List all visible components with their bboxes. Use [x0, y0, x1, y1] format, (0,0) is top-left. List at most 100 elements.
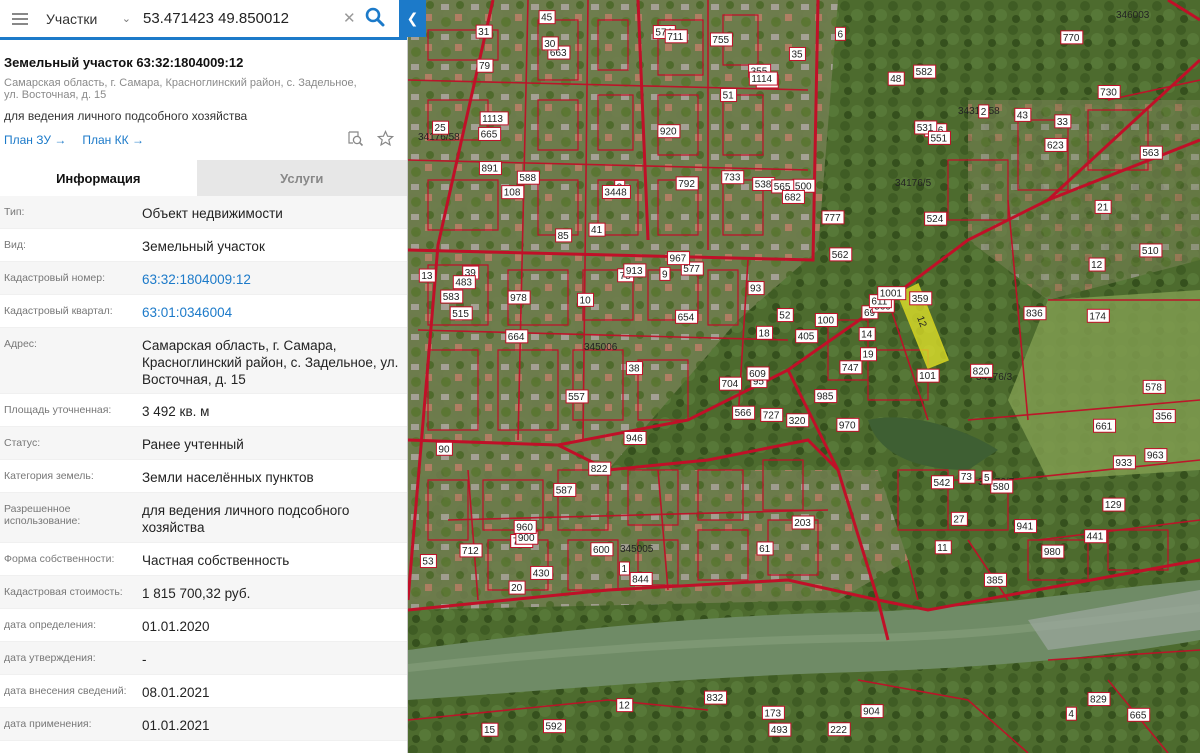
- info-label: Разрешенное использование:: [4, 503, 81, 527]
- plot-number-label: 1114: [748, 71, 778, 86]
- layer-select[interactable]: Участки ⌄: [40, 0, 137, 37]
- svg-text:2: 2: [981, 107, 987, 118]
- info-row-area: Площадь уточненная: 3 492 кв. м: [0, 394, 407, 427]
- svg-text:920: 920: [660, 127, 677, 138]
- cadastral-number-link[interactable]: 63:32:1804009:12: [140, 262, 402, 288]
- plan-kk-link[interactable]: План КК →: [82, 133, 144, 147]
- plot-number-label: 960: [513, 519, 537, 534]
- plot-number-label: 129: [1102, 497, 1126, 512]
- svg-text:1: 1: [621, 564, 627, 575]
- svg-text:551: 551: [930, 133, 947, 144]
- info-label: Кадастровая стоимость:: [4, 586, 123, 598]
- svg-text:79: 79: [479, 61, 491, 72]
- svg-text:90: 90: [438, 444, 450, 455]
- cadastral-quarter-link[interactable]: 63:01:0346004: [140, 295, 402, 321]
- plot-number-label: 222: [827, 722, 851, 737]
- svg-text:978: 978: [510, 293, 527, 304]
- svg-text:970: 970: [839, 420, 856, 431]
- svg-text:832: 832: [707, 693, 724, 704]
- plot-number-label: 562: [829, 247, 853, 262]
- menu-icon[interactable]: [0, 0, 40, 37]
- plot-number-label: 510: [1139, 243, 1163, 258]
- svg-text:101: 101: [919, 371, 936, 382]
- svg-text:661: 661: [1096, 421, 1113, 432]
- svg-text:3448: 3448: [604, 187, 627, 198]
- info-row-date-entered: дата внесения сведений: 08.01.2021: [0, 675, 407, 708]
- plot-number-label: 45: [538, 10, 556, 25]
- close-icon[interactable]: ✕: [343, 9, 356, 27]
- plot-number-label: 933: [1112, 455, 1136, 470]
- svg-text:5: 5: [984, 473, 990, 484]
- plot-number-label: 20: [508, 580, 526, 595]
- search-input[interactable]: [137, 3, 327, 34]
- info-label: Тип:: [4, 206, 25, 218]
- svg-text:755: 755: [712, 35, 729, 46]
- plot-number-label: 61: [756, 541, 774, 556]
- svg-text:4: 4: [1068, 709, 1074, 720]
- plot-number-label: 777: [821, 210, 845, 225]
- svg-text:733: 733: [724, 173, 741, 184]
- svg-text:12: 12: [1091, 260, 1103, 271]
- plot-number-label: 792: [675, 176, 699, 191]
- svg-text:30: 30: [544, 39, 556, 50]
- info-row-cadastral-value: Кадастровая стоимость: 1 815 700,32 руб.: [0, 576, 407, 609]
- info-row-date-applied: дата применения: 01.01.2021: [0, 708, 407, 741]
- info-label: дата определения:: [4, 619, 97, 631]
- info-label: Вид:: [4, 239, 26, 251]
- search-icon[interactable]: [364, 5, 386, 29]
- svg-text:174: 174: [1089, 311, 1106, 322]
- zoom-to-object-icon[interactable]: [347, 130, 364, 147]
- plot-number-label: 4: [1065, 706, 1077, 721]
- plot-number-label: 12: [1088, 257, 1106, 272]
- svg-text:900: 900: [518, 533, 535, 544]
- plot-number-label: 730: [1097, 84, 1121, 99]
- plot-number-label: 557: [565, 389, 589, 404]
- plot-number-label: 682: [781, 189, 805, 204]
- svg-text:14: 14: [861, 330, 873, 341]
- svg-text:941: 941: [1017, 522, 1034, 533]
- plot-number-label: 85: [555, 228, 573, 243]
- plot-number-label: 563: [1139, 145, 1163, 160]
- svg-text:19: 19: [862, 350, 874, 361]
- plot-number-label: 41: [588, 222, 606, 237]
- svg-text:578: 578: [1145, 382, 1162, 393]
- svg-text:53: 53: [422, 557, 434, 568]
- svg-text:173: 173: [764, 708, 781, 719]
- plot-number-label: 385: [983, 572, 1007, 587]
- plot-number-label: 11: [934, 540, 952, 555]
- plot-number-label: 18: [756, 325, 774, 340]
- svg-text:588: 588: [519, 173, 536, 184]
- tab-info[interactable]: Информация: [0, 160, 197, 196]
- tab-services[interactable]: Услуги: [196, 160, 407, 196]
- plot-number-label: 588: [516, 170, 540, 185]
- map-canvas[interactable]: 12 346003 34313/58 34176/5 34176/3 34176…: [408, 0, 1200, 753]
- info-label: дата утверждения:: [4, 652, 96, 664]
- plan-zu-link[interactable]: План ЗУ →: [4, 133, 66, 147]
- star-icon[interactable]: [377, 130, 394, 147]
- svg-text:405: 405: [798, 332, 815, 343]
- info-label: Адрес:: [4, 338, 37, 350]
- info-row-kind: Вид: Земельный участок: [0, 229, 407, 262]
- info-value: 01.01.2021: [142, 718, 210, 733]
- plot-number-label: 542: [931, 475, 955, 490]
- plot-number-label: 79: [476, 58, 494, 73]
- info-value: 01.01.2020: [142, 619, 210, 634]
- plot-number-label: 30: [541, 36, 559, 51]
- svg-text:711: 711: [667, 32, 683, 43]
- plot-number-label: 93: [747, 281, 765, 296]
- tabs: Информация Услуги: [0, 160, 407, 196]
- svg-text:562: 562: [832, 250, 849, 261]
- chevron-left-icon[interactable]: ❮: [399, 0, 426, 37]
- svg-text:10: 10: [580, 295, 592, 306]
- plot-number-label: 587: [553, 482, 577, 497]
- svg-text:35: 35: [791, 49, 803, 60]
- svg-text:493: 493: [771, 725, 788, 736]
- info-label: Категория земель:: [4, 470, 94, 482]
- svg-text:20: 20: [511, 583, 523, 594]
- plot-number-label: 913: [623, 263, 647, 278]
- cadastral-map[interactable]: 12 346003 34313/58 34176/5 34176/3 34176…: [408, 0, 1200, 753]
- plot-number-label: 3448: [601, 184, 631, 199]
- info-label: Кадастровый квартал:: [4, 305, 113, 317]
- plot-number-label: 836: [1023, 306, 1047, 321]
- svg-text:18: 18: [759, 328, 771, 339]
